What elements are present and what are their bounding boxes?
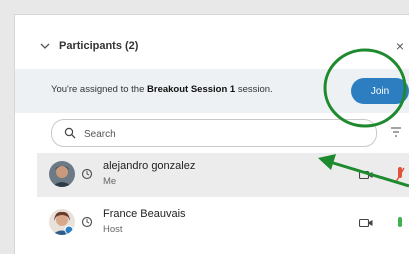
assignment-suffix: session. <box>235 84 273 95</box>
search-box[interactable] <box>51 119 377 147</box>
assignment-message: You're assigned to the Breakout Session … <box>51 84 273 95</box>
join-button[interactable]: Join <box>351 78 409 104</box>
presence-icon <box>81 168 93 180</box>
presence-icon <box>81 216 93 228</box>
camera-icon[interactable] <box>359 170 373 180</box>
assignment-prefix: You're assigned to the <box>51 84 148 95</box>
camera-icon[interactable] <box>359 218 373 228</box>
participants-panel: Participants (2) × You're assigned to th… <box>14 14 409 254</box>
participant-name: France Beauvais <box>103 208 186 220</box>
search-icon <box>64 127 76 139</box>
panel-header: Participants (2) × <box>15 37 409 59</box>
chevron-down-icon[interactable] <box>39 40 51 52</box>
microphone-icon[interactable] <box>395 214 405 232</box>
avatar <box>49 209 75 235</box>
participant-row[interactable]: alejandro gonzalez Me <box>37 153 409 197</box>
participant-role: Host <box>103 224 123 235</box>
breakout-assignment-banner: You're assigned to the Breakout Session … <box>15 69 409 113</box>
filter-icon[interactable] <box>389 124 403 138</box>
session-name: Breakout Session 1 <box>147 84 236 95</box>
panel-title: Participants (2) <box>59 40 139 52</box>
avatar <box>49 161 75 187</box>
participant-row[interactable]: France Beauvais Host <box>37 201 409 245</box>
microphone-icon[interactable] <box>395 166 405 184</box>
close-icon[interactable]: × <box>396 38 404 54</box>
participant-role: Me <box>103 176 117 187</box>
search-input[interactable] <box>82 124 366 144</box>
participant-name: alejandro gonzalez <box>103 160 196 172</box>
